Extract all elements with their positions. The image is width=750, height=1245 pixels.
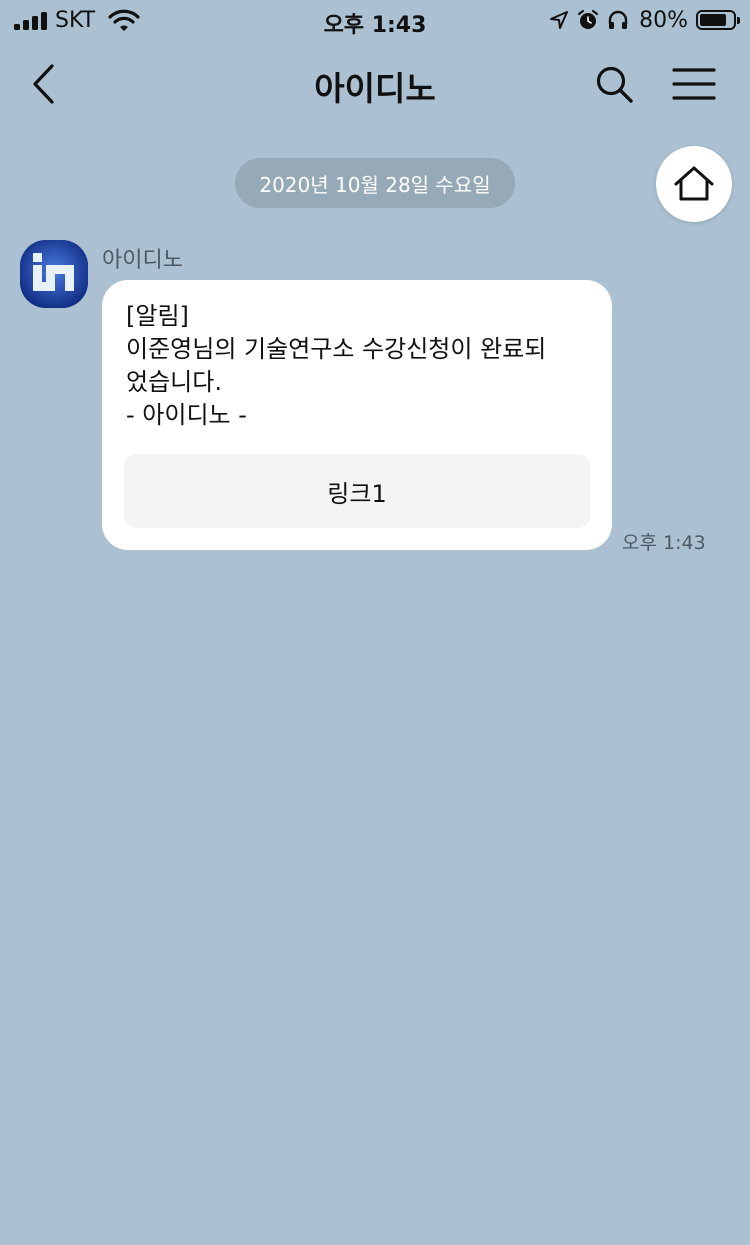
chat-title: 아이디노 — [314, 69, 436, 108]
hamburger-menu-icon — [672, 68, 716, 100]
back-button[interactable] — [22, 60, 70, 108]
sender-name: 아이디노 — [102, 248, 183, 273]
battery-fill — [700, 14, 726, 26]
link-button[interactable]: 링크1 — [124, 454, 590, 528]
search-icon — [596, 66, 633, 103]
message-line: - 아이디노 - — [126, 401, 247, 429]
status-bar: SKT 오후 1:43 80% — [0, 0, 750, 40]
menu-button[interactable] — [668, 62, 720, 106]
idino-logo — [20, 240, 88, 308]
search-button[interactable] — [592, 62, 636, 106]
nav-bar: 아이디노 — [0, 48, 750, 120]
message-text: [알림] 이준영님의 기술연구소 수강신청이 완료되 었습니다. - 아이디노 … — [126, 300, 596, 432]
message-bubble: [알림] 이준영님의 기술연구소 수강신청이 완료되 었습니다. - 아이디노 … — [102, 280, 612, 550]
status-indicators: 80% — [549, 7, 740, 33]
message-time: 오후 1:43 — [622, 532, 706, 554]
message-line: 었습니다. — [126, 368, 222, 396]
home-icon — [674, 166, 714, 201]
battery-icon — [696, 10, 740, 30]
message-line: 이준영님의 기술연구소 수강신청이 완료되 — [126, 335, 547, 363]
message-line: [알림] — [126, 302, 189, 330]
avatar[interactable] — [20, 240, 88, 308]
home-button[interactable] — [656, 146, 732, 222]
battery-percent: 80% — [639, 7, 688, 33]
alarm-icon — [577, 9, 599, 31]
date-divider: 2020년 10월 28일 수요일 — [235, 158, 515, 208]
headphones-icon — [607, 9, 629, 31]
back-arrow-icon — [33, 64, 54, 104]
location-arrow-icon — [549, 10, 569, 30]
